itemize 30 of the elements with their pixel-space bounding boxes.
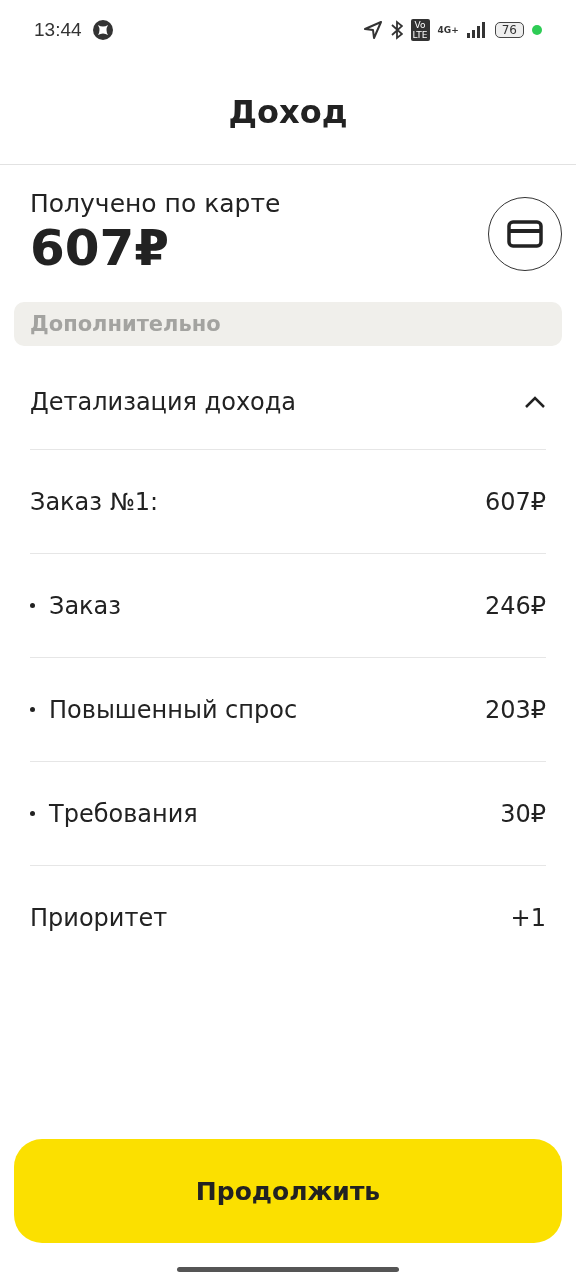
row-value: +1 [510, 903, 546, 932]
row-label: Заказ №1: [30, 487, 158, 516]
received-amount: 607₽ [30, 218, 171, 278]
row-value: 203₽ [484, 695, 546, 724]
bluetooth-icon [390, 20, 403, 40]
status-dot [532, 25, 542, 35]
row-label: Повышенный спрос [49, 695, 298, 724]
row-value: 607₽ [484, 487, 546, 516]
clock: 13:44 [34, 19, 82, 41]
continue-button[interactable]: Продолжить [14, 1139, 562, 1243]
row-value: 246₽ [484, 591, 546, 620]
row-label: Заказ [49, 591, 122, 620]
row-label: Приоритет [30, 903, 168, 932]
bullet-icon [30, 707, 35, 712]
bullet-icon [30, 603, 35, 608]
row-label: Требования [49, 799, 198, 828]
section-header: Дополнительно [14, 302, 562, 346]
volte-icon: Vo LTE [410, 19, 430, 41]
card-icon [507, 219, 543, 248]
row-value: 30₽ [500, 799, 546, 828]
chevron-up-icon [524, 394, 546, 409]
page-title: Доход [228, 93, 348, 131]
battery-level: 76 [494, 22, 524, 38]
location-icon [362, 20, 383, 40]
details-toggle[interactable]: Детализация дохода [30, 354, 546, 450]
bullet-icon [30, 811, 35, 816]
signal-icon [466, 22, 487, 38]
network-type: 4G+ [437, 25, 459, 35]
received-label: Получено по карте [30, 189, 281, 218]
app-notification-icon [91, 19, 114, 41]
